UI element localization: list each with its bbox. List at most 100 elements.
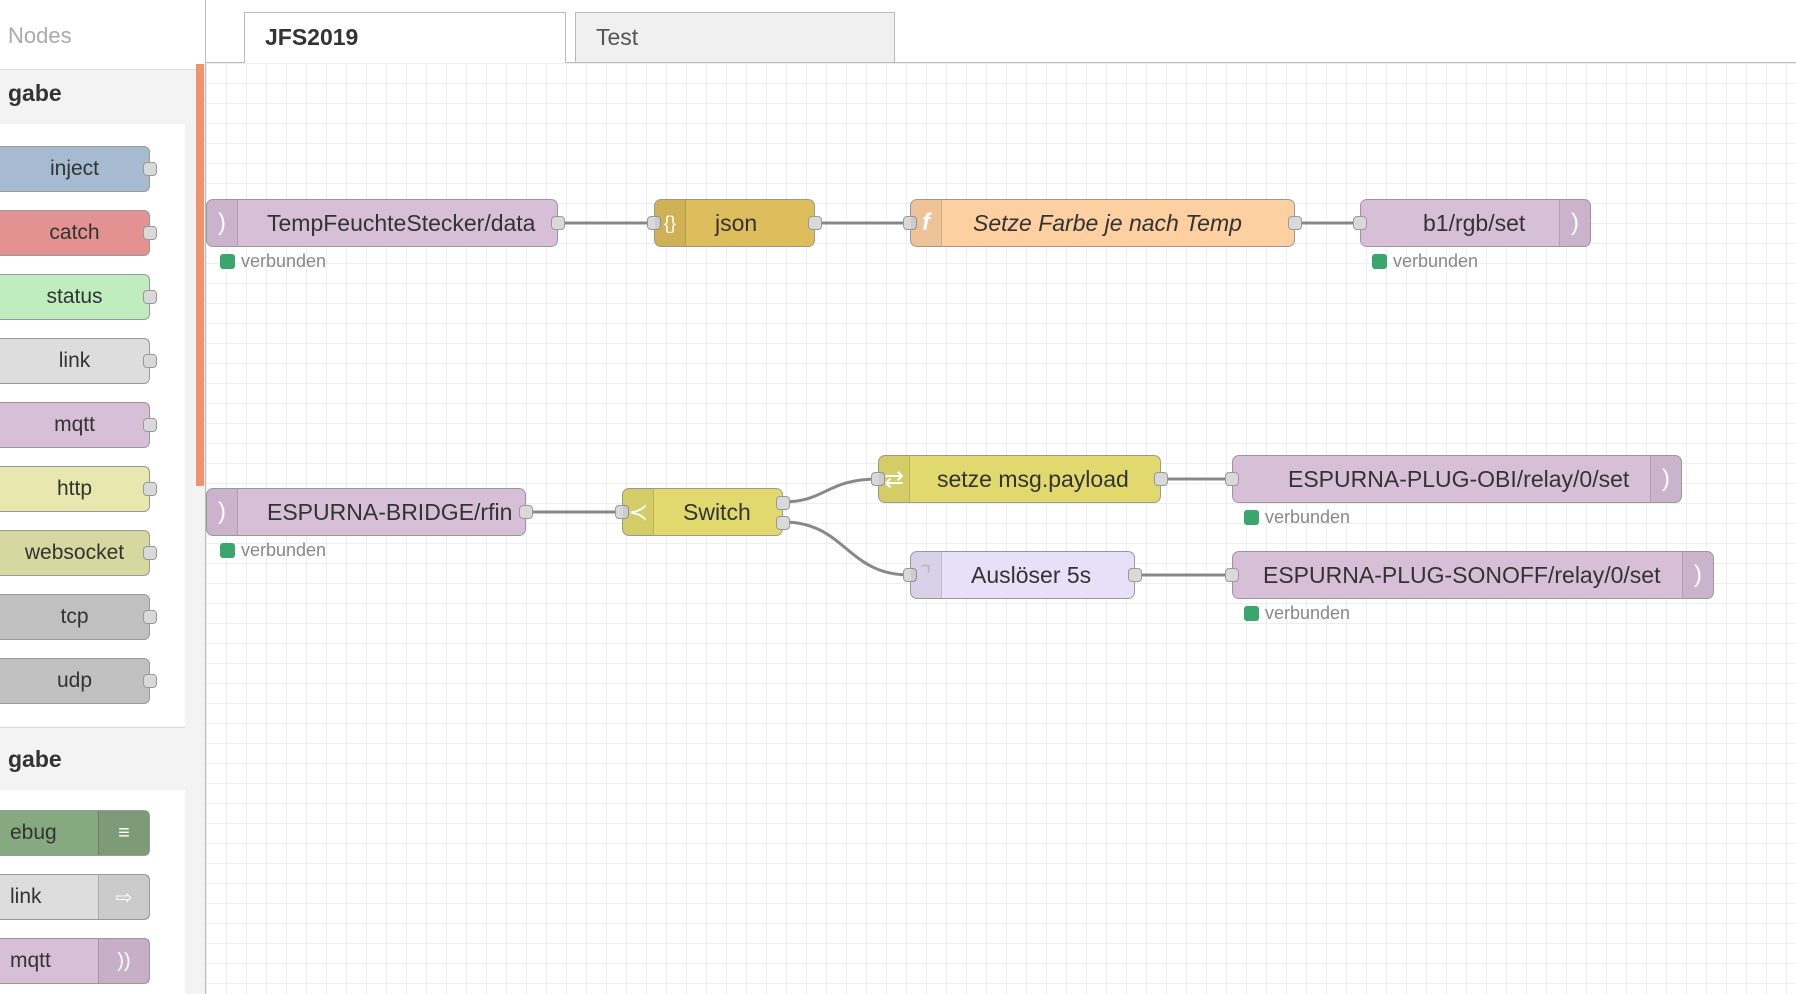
mqtt-out-node-plug-obi[interactable]: ESPURNA-PLUG-OBI/relay/0/set ) [1225,455,1682,503]
json-node[interactable]: {} json [647,199,822,247]
palette-search[interactable]: Nodes [0,0,205,70]
mqtt-icon: ) [1682,552,1713,598]
mqtt-in-node-espurna-bridge[interactable]: ) ESPURNA-BRIDGE/rfin [206,488,533,536]
mqtt-in-node-tempfeuchte[interactable]: ) TempFeuchteStecker/data [206,199,565,247]
mqtt-icon: )) [98,939,149,983]
workspace-tabs: JFS2019 Test [206,0,1796,63]
output-port [143,482,157,496]
input-port[interactable] [1225,568,1239,582]
input-port[interactable] [1353,216,1367,230]
palette-node-catch[interactable]: catch [0,210,157,256]
output-port [143,226,157,240]
output-port [143,418,157,432]
palette-node-label: http [56,477,93,500]
palette-node-label: mqtt [54,413,95,436]
function-node-setze-farbe[interactable]: f Setze Farbe je nach Temp [903,199,1302,247]
output-port [143,546,157,560]
output-port [143,610,157,624]
function-icon: f [911,200,942,246]
mqtt-out-node-plug-sonoff[interactable]: ESPURNA-PLUG-SONOFF/relay/0/set ) [1225,551,1714,599]
switch-icon: ≺ [623,489,654,535]
palette-scrollbar[interactable] [196,64,204,486]
status-text: verbunden [1265,507,1351,527]
output-port[interactable] [808,216,822,230]
palette-divider [0,727,185,728]
status-badge: verbunden [1244,507,1350,528]
palette-node-label: catch [49,221,100,244]
status-dot [220,543,235,558]
node-palette: Nodes gabe inject catch status link mqtt… [0,0,206,994]
output-port-1[interactable] [776,496,790,510]
output-port-2[interactable] [776,516,790,530]
palette-node-link-in[interactable]: link [0,338,157,384]
node-label: Switch [683,499,751,525]
debug-list-icon: ≡ [98,811,149,855]
status-badge: verbunden [1244,603,1350,624]
tab-test[interactable]: Test [575,12,895,62]
palette-node-link-out[interactable]: link ⇨ [0,874,150,920]
status-dot [1244,606,1259,621]
palette-node-websocket-in[interactable]: websocket [0,530,157,576]
node-label: b1/rgb/set [1423,210,1526,236]
status-dot [1244,510,1259,525]
change-icon: ⇄ [879,456,910,502]
palette-node-status[interactable]: status [0,274,157,320]
flow-workspace[interactable]: ) TempFeuchteStecker/data verbunden {} j… [206,63,1796,994]
tab-jfs2019[interactable]: JFS2019 [244,12,566,63]
palette-node-label: link [58,349,91,372]
link-out-icon: ⇨ [98,875,149,919]
status-text: verbunden [241,251,327,271]
status-text: verbunden [1393,251,1479,271]
palette-node-tcp-in[interactable]: tcp [0,594,157,640]
palette-node-label: mqtt [10,949,51,972]
mqtt-icon: ) [207,200,238,246]
switch-node[interactable]: ≺ Switch [615,488,790,536]
palette-node-inject[interactable]: inject [0,146,157,192]
palette-node-udp-in[interactable]: udp [0,658,157,704]
trigger-icon: ⌝ [911,552,942,598]
wire[interactable] [782,477,879,504]
status-badge: verbunden [220,251,326,272]
palette-node-label: udp [56,669,93,692]
node-label: ESPURNA-BRIDGE/rfin [267,499,513,525]
palette-category-input-header[interactable]: gabe [8,80,62,107]
output-port[interactable] [1154,472,1168,486]
output-port [143,290,157,304]
status-badge: verbunden [1372,251,1478,272]
node-label: Setze Farbe je nach Temp [973,210,1242,236]
mqtt-out-node-b1-rgb[interactable]: b1/rgb/set ) [1353,199,1591,247]
palette-node-http-in[interactable]: http [0,466,157,512]
trigger-node-ausloeser[interactable]: ⌝ Auslöser 5s [903,551,1142,599]
node-label: ESPURNA-PLUG-OBI/relay/0/set [1288,466,1630,492]
palette-category-output: ebug ≡ link ⇨ mqtt )) [0,790,185,994]
palette-node-debug[interactable]: ebug ≡ [0,810,150,856]
node-label: Auslöser 5s [971,562,1092,588]
node-label: ESPURNA-PLUG-SONOFF/relay/0/set [1263,562,1661,588]
change-node-setze-payload[interactable]: ⇄ setze msg.payload [871,455,1168,503]
json-icon: {} [655,200,686,246]
palette-category-output-header[interactable]: gabe [8,746,62,773]
output-port [143,354,157,368]
mqtt-icon: ) [1650,456,1681,502]
node-label: json [715,210,758,236]
output-port[interactable] [551,216,565,230]
node-label: TempFeuchteStecker/data [267,210,536,236]
status-dot [1372,254,1387,269]
output-port [143,162,157,176]
palette-node-mqtt-in[interactable]: mqtt [0,402,157,448]
output-port[interactable] [1128,568,1142,582]
input-port[interactable] [1225,472,1239,486]
status-text: verbunden [241,540,327,560]
status-badge: verbunden [220,540,326,561]
node-label: setze msg.payload [937,466,1129,492]
mqtt-icon: ) [1559,200,1590,246]
output-port[interactable] [1288,216,1302,230]
output-port [143,674,157,688]
output-port[interactable] [519,505,533,519]
wire[interactable] [782,520,911,577]
palette-node-label: link [10,885,42,908]
palette-node-label: ebug [10,821,57,844]
mqtt-icon: ) [207,489,238,535]
palette-search-placeholder: Nodes [8,23,72,48]
palette-node-mqtt-out[interactable]: mqtt )) [0,938,150,984]
